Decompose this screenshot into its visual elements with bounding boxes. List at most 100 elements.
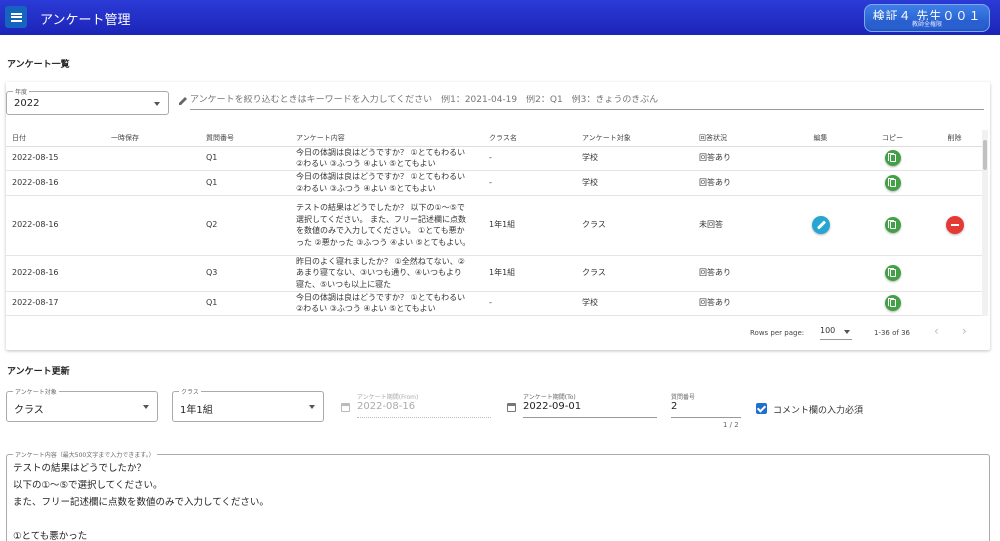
cell-status: 未回答 — [693, 195, 783, 256]
copy-icon — [887, 177, 896, 187]
col-header-temp-save[interactable]: 一時保存 — [105, 130, 200, 147]
col-header-class[interactable]: クラス名 — [483, 130, 576, 147]
table-row[interactable]: 2022-08-16 Q1 今日の体調は良はどうですか？ ①とてもわるい ②わる… — [6, 170, 982, 196]
delete-button[interactable] — [945, 216, 964, 234]
cell-temp-save — [105, 195, 200, 256]
edit-button[interactable] — [811, 216, 830, 234]
cell-copy — [858, 291, 927, 316]
scrollbar-thumb[interactable] — [983, 140, 987, 170]
cell-content: 今日の体調は良はどうですか？ ①とてもわるい ②わるい ③ふつう ④よい ⑤とて… — [290, 291, 483, 316]
cell-content: 今日の体調は良はどうですか？ ①とてもわるい ②わるい ③ふつう ④よい ⑤とて… — [290, 170, 483, 196]
copy-icon — [887, 220, 896, 229]
update-section-title: アンケート更新 — [7, 367, 70, 377]
rows-per-page-value: 100 — [820, 326, 836, 335]
cell-delete — [927, 291, 982, 316]
col-header-edit: 編集 — [783, 130, 858, 147]
calendar-icon[interactable] — [507, 403, 516, 412]
cell-temp-save — [105, 291, 200, 316]
period-from-field: アンケート期間(From) 2022-08-16 — [357, 392, 491, 418]
cell-date: 2022-08-16 — [6, 170, 105, 196]
class-select[interactable]: クラス 1年1組 — [172, 387, 324, 422]
period-from-value: 2022-08-16 — [357, 401, 416, 412]
chevron-down-icon — [309, 405, 315, 409]
content-line: ②わるい ③ふつう ④よい ⑤とてもよい — [296, 304, 436, 313]
copy-button[interactable] — [884, 265, 901, 281]
col-header-target[interactable]: アンケート対象 — [576, 130, 693, 147]
pencil-icon — [816, 220, 826, 230]
copy-button[interactable] — [884, 295, 901, 311]
cell-question-no: Q1 — [200, 170, 290, 196]
year-select-label: 年度 — [13, 87, 30, 96]
content-line: テストの結果はどうでしたか？ 以下の①～⑤で — [296, 203, 465, 212]
prev-page-button[interactable]: ‹ — [934, 324, 939, 338]
cell-status: 回答あり — [693, 146, 783, 171]
calendar-icon — [341, 403, 350, 412]
next-page-button[interactable]: › — [962, 324, 967, 338]
rows-per-page-label: Rows per page: — [750, 329, 805, 337]
content-line: 今日の体調は良はどうですか？ ①とてもわるい — [296, 147, 466, 157]
survey-content-text: テストの結果はどうでしたか？ 以下の①～⑤で選択してください。 また、フリー記述… — [13, 460, 269, 541]
cell-edit — [783, 195, 858, 256]
question-number-counter: 1 / 2 — [723, 421, 739, 429]
user-chip[interactable]: 検証４ 先生００１ 教師全権限 — [864, 4, 990, 32]
search-input[interactable] — [190, 95, 984, 105]
cell-copy — [858, 195, 927, 256]
content-line: ②わるい ③ふつう ④よい ⑤とてもよい — [296, 159, 436, 168]
question-number-field[interactable]: 質問番号 2 — [671, 392, 741, 418]
content-line: 昨日のよく寝れましたか？ ①全然ねてない、② — [296, 256, 465, 266]
col-header-question-no[interactable]: 質問番号 — [200, 130, 290, 147]
target-select-label: アンケート対象 — [13, 387, 59, 396]
table-header-row: 日付 一時保存 質問番号 アンケート内容 クラス名 アンケート対象 回答状況 編… — [6, 130, 982, 147]
table-row[interactable]: 2022-08-16 Q2 テストの結果はどうでしたか？ 以下の①～⑤で 選択し… — [6, 195, 982, 256]
chevron-down-icon — [154, 102, 160, 106]
target-select-value: クラス — [14, 405, 44, 416]
rows-per-page-select[interactable]: 100 — [820, 326, 852, 340]
copy-button[interactable] — [884, 174, 901, 191]
comment-required-label[interactable]: コメント欄の入力必須 — [773, 403, 863, 416]
cell-question-no: Q3 — [200, 255, 290, 292]
period-from-label: アンケート期間(From) — [357, 394, 419, 401]
user-role: 教師全権限 — [868, 20, 986, 29]
content-line: 今日の体調は良はどうですか？ ①とてもわるい — [296, 172, 466, 181]
cell-temp-save — [105, 170, 200, 196]
table-scrollbar[interactable] — [982, 130, 988, 316]
menu-button[interactable] — [5, 6, 27, 28]
survey-table: 日付 一時保存 質問番号 アンケート内容 クラス名 アンケート対象 回答状況 編… — [6, 130, 982, 316]
content-line: 寝た、⑤いつも以上に寝た — [296, 279, 392, 289]
cell-content: 昨日のよく寝れましたか？ ①全然ねてない、② あまり寝てない、③いつも通り、④い… — [290, 255, 483, 292]
year-select[interactable]: 年度 2022 — [6, 87, 169, 115]
cell-copy — [858, 146, 927, 171]
cell-temp-save — [105, 255, 200, 292]
table-row[interactable]: 2022-08-16 Q3 昨日のよく寝れましたか？ ①全然ねてない、② あまり… — [6, 255, 982, 292]
copy-icon — [887, 298, 896, 307]
copy-button[interactable] — [884, 217, 901, 233]
cell-target: 学校 — [576, 291, 693, 316]
cell-date: 2022-08-16 — [6, 255, 105, 292]
target-select[interactable]: アンケート対象 クラス — [6, 387, 158, 422]
period-to-field[interactable]: アンケート期間(To) 2022-09-01 — [523, 392, 657, 418]
col-header-status[interactable]: 回答状況 — [693, 130, 783, 147]
copy-button[interactable] — [884, 150, 901, 166]
content-line: った ②悪かった ③ふつう ④よい ⑤とてもよい。 — [296, 237, 471, 247]
year-select-value: 2022 — [14, 98, 40, 109]
col-header-content[interactable]: アンケート内容 — [290, 130, 483, 147]
cell-content: テストの結果はどうでしたか？ 以下の①～⑤で 選択してください。 また、フリー記… — [290, 195, 483, 256]
cell-question-no: Q2 — [200, 195, 290, 256]
cell-date: 2022-08-15 — [6, 146, 105, 171]
cell-question-no: Q1 — [200, 146, 290, 171]
search-field[interactable] — [190, 94, 984, 110]
survey-content-textarea[interactable]: アンケート内容（最大500文字まで入力できます。） テストの結果はどうでしたか？… — [6, 450, 990, 541]
app-title: アンケート管理 — [40, 13, 131, 28]
cell-class: - — [483, 146, 576, 171]
chevron-down-icon — [844, 330, 850, 334]
table-row[interactable]: 2022-08-15 Q1 今日の体調は良はどうですか？ ①とてもわるい ②わる… — [6, 146, 982, 171]
col-header-copy: コピー — [858, 130, 927, 147]
col-header-date[interactable]: 日付 — [6, 130, 105, 147]
table-row[interactable]: 2022-08-17 Q1 今日の体調は良はどうですか？ ①とてもわるい ②わる… — [6, 291, 982, 316]
cell-delete — [927, 170, 982, 196]
minus-icon — [950, 224, 959, 226]
content-line: また、フリー記述欄に点数を数値のみで入力してください。 — [13, 497, 269, 508]
cell-class: - — [483, 291, 576, 316]
content-line — [13, 511, 269, 528]
comment-required-checkbox[interactable] — [756, 403, 767, 414]
